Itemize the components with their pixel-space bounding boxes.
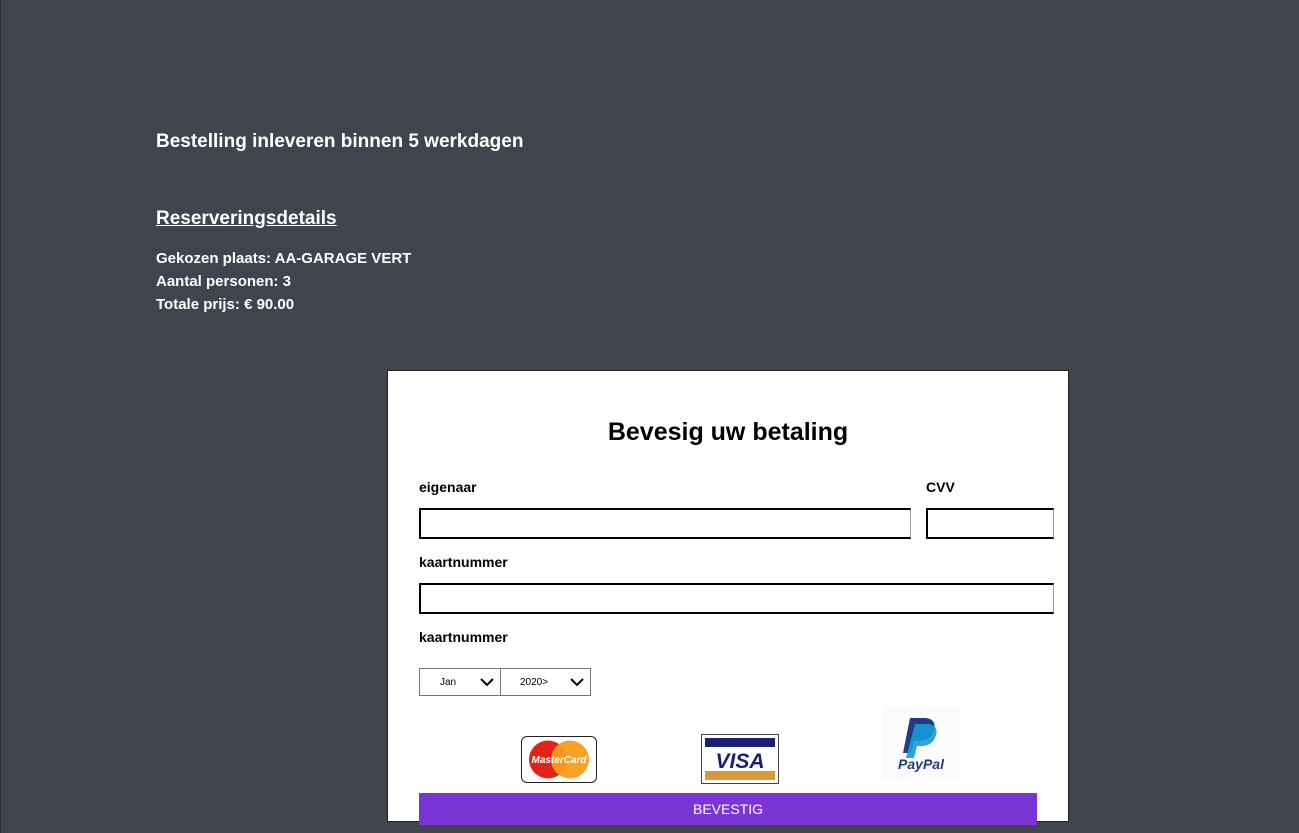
total-price: Totale prijs: € 90.00 bbox=[156, 296, 295, 313]
month-select-value: Jan bbox=[439, 676, 457, 688]
visa-logo[interactable]: VISA bbox=[701, 734, 779, 784]
page-edge bbox=[0, 0, 1, 833]
month-select[interactable]: Jan bbox=[419, 668, 501, 696]
mastercard-logo[interactable]: MasterCard bbox=[521, 736, 597, 783]
card-number-input[interactable] bbox=[419, 583, 1054, 614]
card-number-label: kaartnummer bbox=[419, 554, 508, 570]
year-select-value: 2020> bbox=[519, 676, 549, 688]
owner-input[interactable] bbox=[419, 508, 911, 539]
person-count: Aantal personen: 3 bbox=[156, 273, 292, 290]
delivery-note: Bestelling inleveren binnen 5 werkdagen bbox=[156, 131, 524, 152]
confirm-button[interactable]: BEVESTIG bbox=[419, 793, 1037, 825]
cvv-label: CVV bbox=[926, 479, 955, 495]
year-select[interactable]: 2020> bbox=[500, 668, 591, 696]
paypal-logo[interactable]: PayPal bbox=[882, 706, 960, 781]
paypal-logo-text: PayPal bbox=[898, 756, 945, 772]
visa-icon: VISA bbox=[705, 738, 775, 780]
mastercard-icon: MasterCard bbox=[529, 740, 589, 779]
visa-logo-text: VISA bbox=[715, 750, 764, 773]
paypal-icon: PayPal bbox=[898, 718, 945, 772]
cvv-input[interactable] bbox=[926, 508, 1054, 539]
chosen-place: Gekozen plaats: AA-GARAGE VERT bbox=[156, 250, 412, 267]
payment-form: Bevesig uw betaling eigenaar CVV kaartnu… bbox=[387, 370, 1069, 825]
owner-label: eigenaar bbox=[419, 479, 477, 495]
chevron-down-icon bbox=[570, 678, 584, 687]
reservation-details-heading: Reserveringsdetails bbox=[156, 208, 337, 229]
chevron-down-icon bbox=[480, 678, 494, 687]
expiry-label: kaartnummer bbox=[419, 629, 508, 645]
payment-title: Bevesig uw betaling bbox=[607, 418, 849, 446]
mastercard-logo-text: MasterCard bbox=[531, 755, 587, 766]
